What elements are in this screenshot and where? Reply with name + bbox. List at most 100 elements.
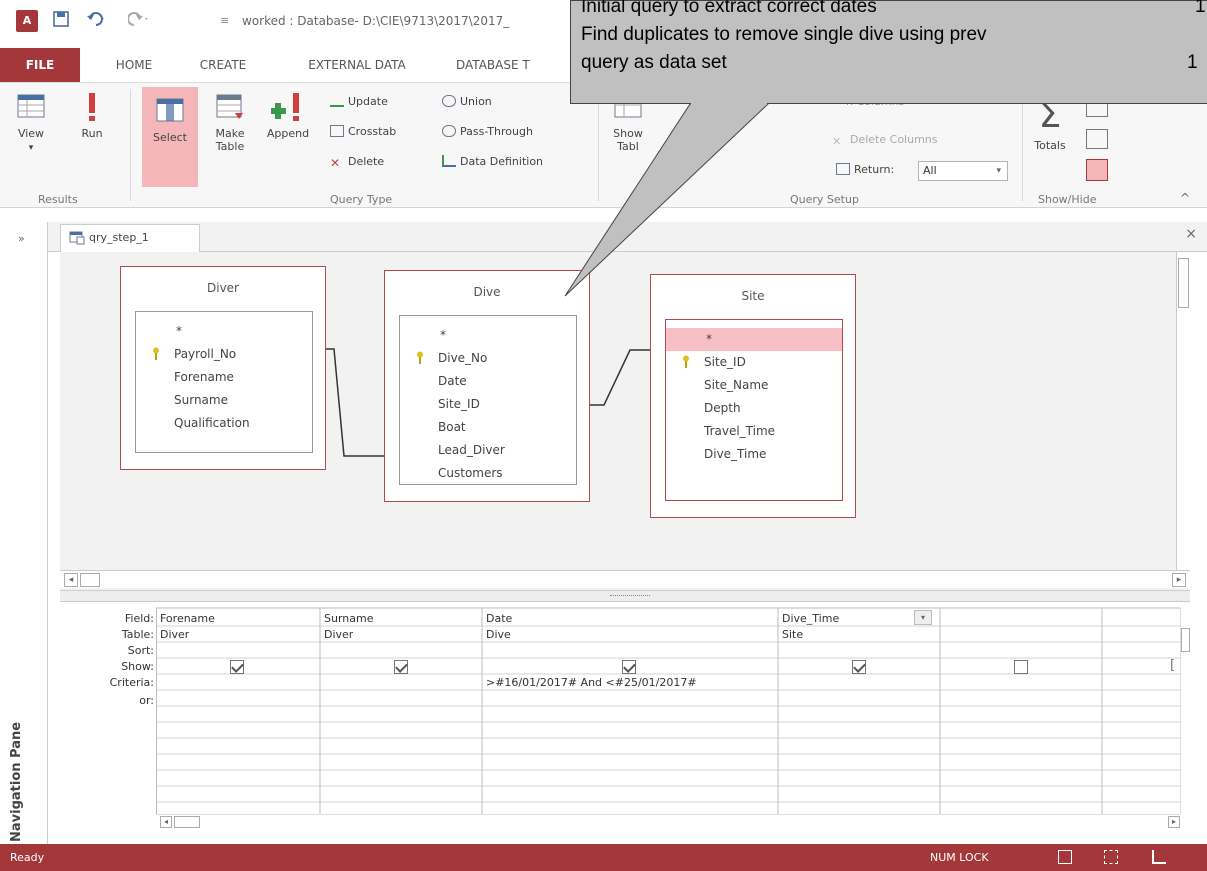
save-icon[interactable] — [52, 10, 70, 32]
update-button[interactable]: Update — [330, 93, 388, 111]
select-query-button[interactable]: Select — [142, 87, 198, 187]
totals-button[interactable]: Σ Totals — [1030, 97, 1070, 187]
query-type-group-label: Query Type — [330, 193, 393, 206]
col4-dropdown-chevron-icon[interactable]: ▾ — [914, 610, 932, 625]
collapse-ribbon-icon[interactable]: ^ — [1180, 191, 1190, 205]
field-site-id[interactable]: Site_ID — [666, 351, 842, 374]
delete-query-button[interactable]: ✕ Delete — [330, 153, 384, 171]
tab-create[interactable]: CREATE — [188, 48, 258, 82]
show-table-button[interactable]: Show Tabl — [606, 91, 650, 187]
table-site[interactable]: Site * Site_ID Site_Name Depth Travel_Ti… — [650, 274, 856, 518]
table-names-icon[interactable] — [1086, 159, 1108, 181]
data-definition-icon — [442, 155, 456, 167]
horizontal-scrollbar[interactable]: ◂ ▸ — [60, 570, 1190, 588]
field-travel-time[interactable]: Travel_Time — [666, 420, 842, 443]
tab-qry-step-1[interactable]: qry_step_1 — [60, 224, 200, 252]
field-payroll-no[interactable]: Payroll_No — [136, 343, 312, 366]
key-icon — [153, 347, 159, 360]
field-qualification[interactable]: Qualification — [136, 412, 312, 435]
table-diver[interactable]: Diver * Payroll_No Forename Surname Qual… — [120, 266, 326, 470]
col2-show-checkbox[interactable] — [394, 660, 408, 674]
field-lead-diver[interactable]: Lead_Diver — [400, 439, 576, 462]
query-design-grid[interactable]: Field: Table: Sort: Show: Criteria: or: — [60, 602, 1190, 844]
redo-icon[interactable] — [127, 10, 150, 32]
tab-external-data[interactable]: EXTERNAL DATA — [292, 48, 422, 82]
query-design-area[interactable]: Diver * Payroll_No Forename Surname Qual… — [60, 252, 1190, 590]
expand-nav-icon[interactable]: » — [18, 232, 25, 245]
table-title: Dive — [473, 285, 501, 299]
property-sheet-icon[interactable] — [1086, 129, 1108, 149]
datasheet-view-icon[interactable] — [1058, 850, 1072, 864]
field-site-id[interactable]: Site_ID — [400, 393, 576, 416]
callout-num-3: 1 — [1187, 52, 1198, 73]
col4-table[interactable]: Site — [782, 628, 803, 641]
results-group-label: Results — [38, 193, 78, 206]
grid-horizontal-scrollbar[interactable]: ◂ ▸ — [156, 814, 1180, 828]
col3-show-checkbox[interactable] — [622, 660, 636, 674]
vertical-scrollbar[interactable] — [1176, 252, 1190, 570]
tab-file[interactable]: FILE — [0, 48, 80, 82]
row-label-show: Show: — [121, 660, 154, 673]
field-date[interactable]: Date — [400, 370, 576, 393]
customize-toolbar-icon[interactable]: ≡ — [220, 10, 229, 32]
append-button[interactable]: Append — [260, 91, 316, 187]
undo-icon[interactable] — [86, 10, 108, 32]
col2-field[interactable]: Surname — [324, 612, 373, 625]
col3-table[interactable]: Dive — [486, 628, 511, 641]
scroll-thumb[interactable] — [1181, 628, 1190, 652]
col4-show-checkbox[interactable] — [852, 660, 866, 674]
col4-field[interactable]: Dive_Time — [782, 612, 839, 625]
tab-database-tools[interactable]: DATABASE T — [456, 48, 566, 82]
close-icon[interactable]: × — [1185, 226, 1197, 242]
make-table-button[interactable]: Make Table — [206, 91, 254, 187]
field-dive-no[interactable]: Dive_No — [400, 347, 576, 370]
field-customers[interactable]: Customers — [400, 462, 576, 485]
join-line-dive-site — [590, 349, 654, 406]
col6-partial-checkbox[interactable]: [ — [1170, 658, 1175, 673]
return-select[interactable]: All ▾ — [918, 161, 1008, 181]
field-star[interactable]: * — [666, 328, 842, 351]
scroll-right-icon[interactable]: ▸ — [1172, 573, 1186, 587]
query-setup-group-label: Query Setup — [790, 193, 859, 206]
field-star[interactable]: * — [136, 320, 312, 343]
view-button[interactable]: View ▾ — [10, 91, 52, 187]
delete-columns-button[interactable]: ✕ Delete Columns — [832, 131, 938, 149]
grid-vertical-scrollbar[interactable] — [1180, 608, 1190, 814]
col3-field[interactable]: Date — [486, 612, 512, 625]
table-dive[interactable]: Dive * Dive_No Date Site_ID Boat Lead_Di… — [384, 270, 590, 502]
scroll-right-icon[interactable]: ▸ — [1168, 816, 1180, 828]
field-dive-time[interactable]: Dive_Time — [666, 443, 842, 466]
navigation-pane[interactable]: » Navigation Pane — [0, 222, 48, 844]
design-view-icon[interactable] — [1152, 850, 1166, 864]
crosstab-button[interactable]: Crosstab — [330, 123, 396, 141]
col1-show-checkbox[interactable] — [230, 660, 244, 674]
field-site-name[interactable]: Site_Name — [666, 374, 842, 397]
field-depth[interactable]: Depth — [666, 397, 842, 420]
pass-through-button[interactable]: Pass-Through — [442, 123, 533, 141]
col1-table[interactable]: Diver — [160, 628, 189, 641]
col5-show-checkbox[interactable] — [1014, 660, 1028, 674]
col1-field[interactable]: Forename — [160, 612, 215, 625]
union-icon — [442, 95, 456, 107]
scroll-thumb[interactable] — [1178, 258, 1189, 308]
callout-num-1: 1 — [1195, 0, 1206, 17]
scroll-thumb[interactable] — [80, 573, 100, 587]
union-button[interactable]: Union — [442, 93, 492, 111]
scroll-left-icon[interactable]: ◂ — [160, 816, 172, 828]
field-forename[interactable]: Forename — [136, 366, 312, 389]
field-boat[interactable]: Boat — [400, 416, 576, 439]
field-surname[interactable]: Surname — [136, 389, 312, 412]
sql-view-icon[interactable] — [1104, 850, 1118, 864]
col2-table[interactable]: Diver — [324, 628, 353, 641]
field-star[interactable]: * — [400, 324, 576, 347]
data-definition-button[interactable]: Data Definition — [442, 153, 543, 171]
tab-home[interactable]: HOME — [104, 48, 164, 82]
pane-splitter[interactable] — [60, 590, 1190, 602]
scroll-left-icon[interactable]: ◂ — [64, 573, 78, 587]
delete-columns-icon: ✕ — [832, 135, 842, 148]
key-icon — [683, 355, 689, 368]
scroll-thumb[interactable] — [174, 816, 200, 828]
document-tab-label: qry_step_1 — [89, 231, 149, 244]
run-button[interactable]: Run — [72, 91, 112, 187]
col3-criteria[interactable]: >#16/01/2017# And <#25/01/2017# — [486, 676, 697, 689]
